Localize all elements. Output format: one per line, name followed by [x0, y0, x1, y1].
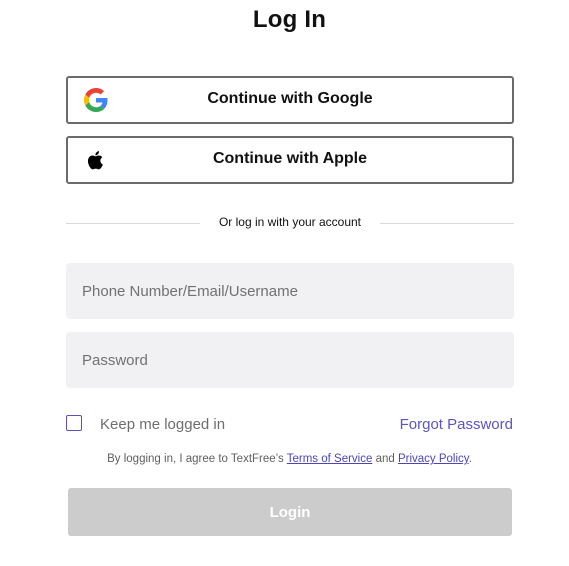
- continue-with-apple-label: Continue with Apple: [212, 150, 368, 167]
- terms-prefix-text: By logging in, I agree to TextFree’s: [107, 453, 287, 465]
- login-button[interactable]: Login: [68, 488, 512, 536]
- divider-line-right: [380, 223, 514, 224]
- password-input[interactable]: [66, 332, 514, 388]
- privacy-policy-link[interactable]: Privacy Policy: [398, 453, 469, 465]
- continue-with-apple-button[interactable]: Continue with Apple: [66, 136, 514, 184]
- continue-with-google-label: Continue with Google: [207, 90, 373, 107]
- keep-logged-in-checkbox[interactable]: [66, 415, 82, 431]
- divider-line-left: [66, 223, 200, 224]
- phone-email-username-input[interactable]: [66, 263, 514, 319]
- terms-of-service-link[interactable]: Terms of Service: [287, 453, 373, 465]
- terms-suffix-text: .: [468, 453, 472, 465]
- keep-logged-in-label[interactable]: Keep me logged in: [100, 416, 225, 433]
- divider-text: Or log in with your account: [218, 215, 362, 229]
- page-title: Log In: [252, 6, 327, 33]
- terms-middle-text: and: [372, 453, 398, 465]
- forgot-password-link[interactable]: Forgot Password: [400, 416, 513, 433]
- continue-with-google-button[interactable]: Continue with Google: [66, 76, 514, 124]
- terms-notice: By logging in, I agree to TextFree’s Ter…: [0, 453, 569, 465]
